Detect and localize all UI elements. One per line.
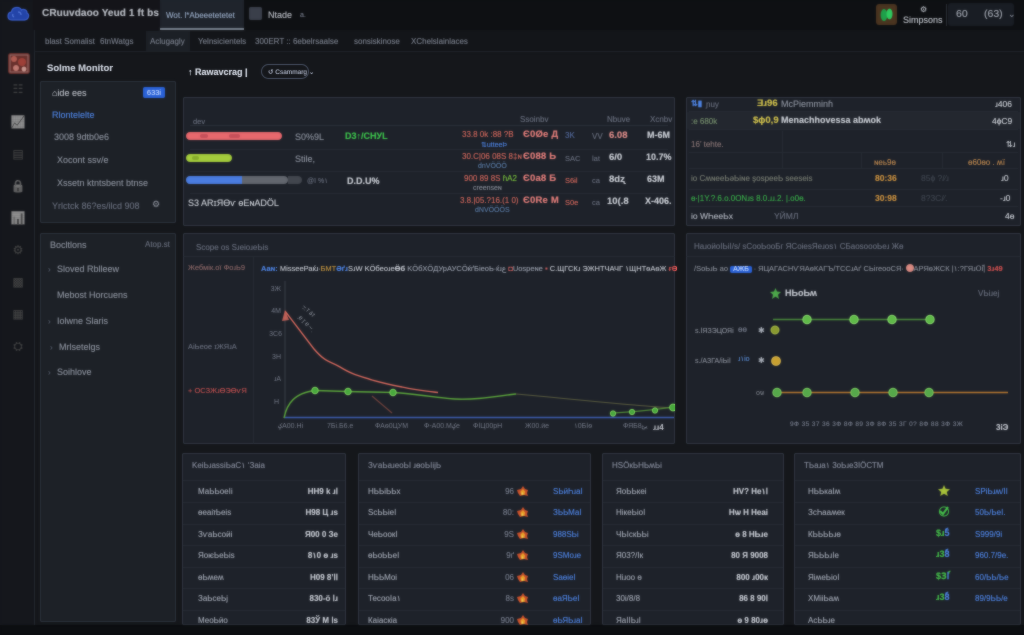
svg-text:١0Бاѳ: ١0Бاѳ: [574, 422, 592, 430]
svg-text:ФاЦ00рН: ФاЦ00рН: [473, 422, 502, 430]
svg-text:ؼА00.Ні: ؼА00.Ні: [278, 422, 304, 431]
svg-text:3С6: 3С6: [269, 331, 282, 338]
svg-text:Н: Н: [274, 399, 279, 406]
svg-text:Ж00.ӥе: Ж00.ӥе: [525, 423, 549, 430]
svg-text:4М: 4М: [271, 308, 281, 315]
svg-text:оѡ: оѡ: [756, 390, 765, 397]
svg-text:ФАѳ0ЦУМ: ФАѳ0ЦУМ: [375, 423, 408, 430]
svg-text:ɹА: ɹА: [274, 376, 281, 383]
svg-text:3Ж: 3Ж: [271, 286, 282, 293]
svg-text:ɹɹ4: ɹɹ4: [653, 423, 664, 432]
svg-text:ФЯБ8يؿ: ФЯБ8يؿ: [623, 423, 648, 430]
svg-text:Ф-А00.Мؼе: Ф-А00.Мؼе: [424, 423, 460, 431]
svg-text:7Бі.Б6.е: 7Бі.Б6.е: [327, 422, 353, 430]
svg-text:3Н: 3Н: [272, 354, 281, 361]
